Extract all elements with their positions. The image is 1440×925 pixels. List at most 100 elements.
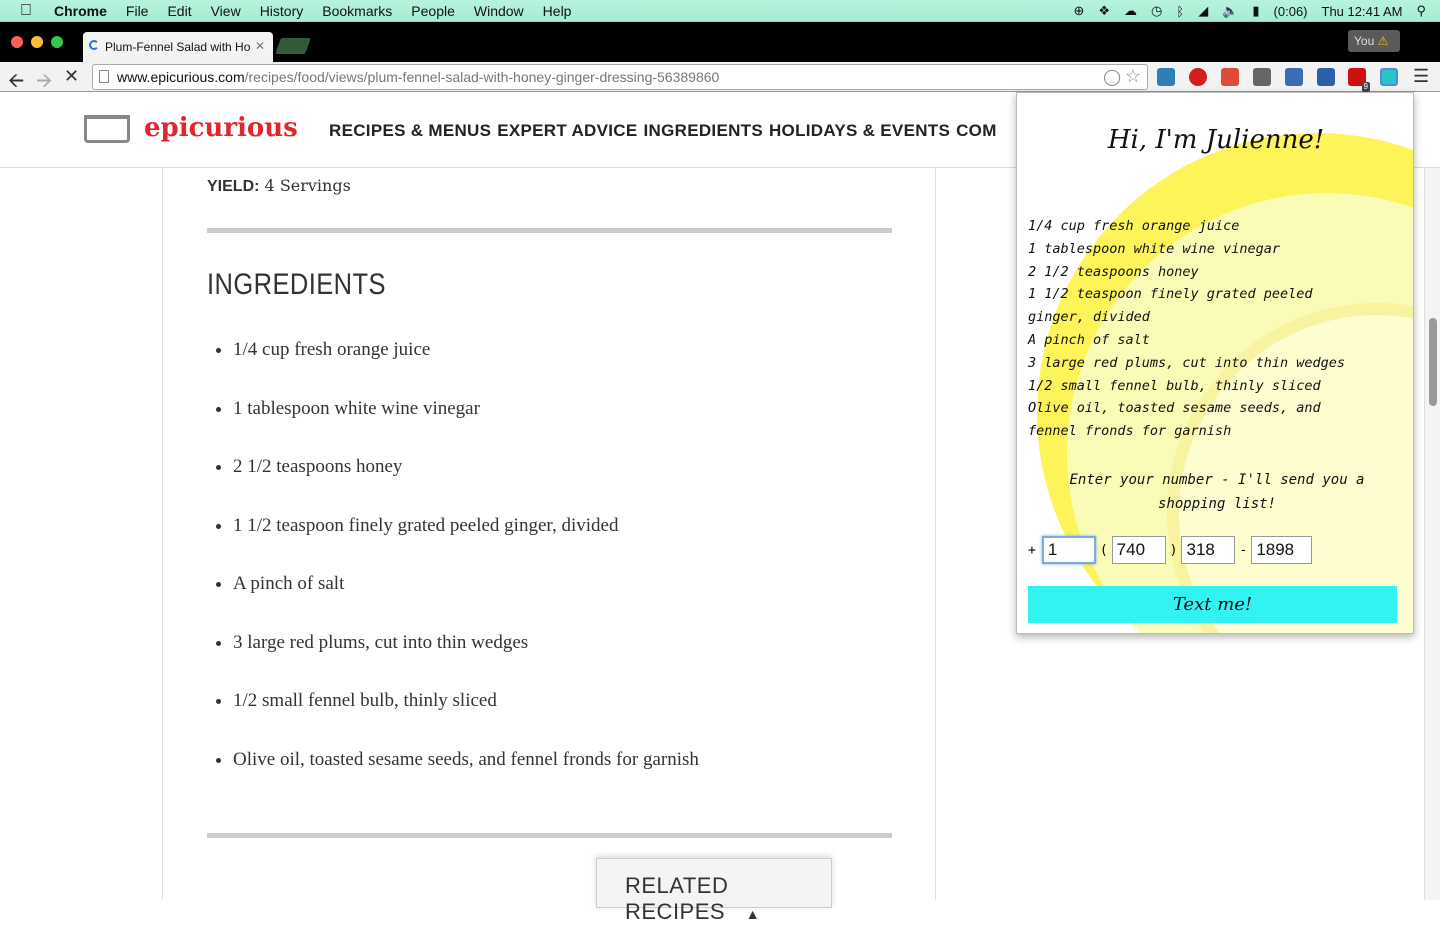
battery-icon[interactable]: ▮ [1252, 3, 1259, 19]
url-path: /recipes/food/views/plum-fennel-salad-wi… [244, 69, 720, 85]
nav-holidays-events[interactable]: HOLIDAYS & EVENTS [769, 121, 950, 141]
yield-value: 4 Servings [264, 176, 351, 195]
phone-close-paren: ) [1169, 542, 1178, 558]
recipe-content: YIELD: 4 Servings INGREDIENTS 1/4 cup fr… [162, 168, 936, 924]
spotlight-search-icon[interactable]: ⚲ [1416, 3, 1426, 19]
page-icon [99, 70, 109, 83]
extension-6-icon[interactable] [1317, 68, 1335, 86]
google-plus-icon[interactable] [1221, 68, 1239, 86]
phone-dash: - [1239, 542, 1248, 558]
tab-active[interactable]: Plum-Fennel Salad with Ho ✕ [83, 32, 273, 62]
menu-view[interactable]: View [211, 3, 241, 19]
battery-time[interactable]: (0:06) [1274, 4, 1308, 19]
text-me-button[interactable]: Text me! [1028, 586, 1397, 623]
yield: YIELD: 4 Servings [207, 176, 351, 196]
phone-open-paren: ( [1099, 542, 1108, 558]
julienne-extension-icon[interactable] [1380, 68, 1398, 86]
menu-file[interactable]: File [126, 3, 149, 19]
tab-title: Plum-Fennel Salad with Ho [105, 40, 251, 54]
phone-number-row: + ( ) - [1028, 536, 1313, 564]
url-host: www.epicurious.com [117, 69, 245, 85]
menu-app-name[interactable]: Chrome [54, 3, 107, 19]
adblock-plus-icon[interactable]: 9 [1348, 68, 1370, 92]
bookmark-star-icon[interactable]: ☆ [1125, 66, 1141, 87]
time-machine-icon[interactable]: ◷ [1151, 3, 1162, 19]
scrollbar-thumb[interactable] [1429, 318, 1437, 406]
bluetooth-icon[interactable]: ᛒ [1176, 4, 1184, 19]
wifi-icon[interactable]: ◢ [1198, 3, 1208, 19]
site-logo[interactable]: epicurious [144, 113, 298, 143]
popup-ingredient: 1/4 cup fresh orange juice [1028, 218, 1240, 234]
lightbulb-icon[interactable]: ◯ [1103, 67, 1121, 87]
browser-toolbar: 🡨 🡪 ✕ www.epicurious.com/recipes/food/vi… [0, 62, 1440, 92]
popup-ingredient: 2 1/2 teaspoons honey [1028, 263, 1199, 280]
ingredient-item: 1/4 cup fresh orange juice [233, 339, 699, 398]
apple-icon[interactable]:  [20, 2, 40, 20]
popup-ingredient-list: 1/4 cup fresh orange juice 1 tablespoon … [1028, 215, 1368, 443]
site-nav: RECIPES & MENUS EXPERT ADVICE INGREDIENT… [329, 121, 1003, 141]
julienne-popup: Hi, I'm Julienne! 1/4 cup fresh orange j… [1016, 92, 1414, 634]
loading-spinner-icon [89, 40, 99, 50]
popup-title: Hi, I'm Julienne! [1107, 125, 1325, 155]
menu-edit[interactable]: Edit [167, 3, 191, 19]
nav-community[interactable]: COM [956, 121, 997, 141]
tab-close-icon[interactable]: ✕ [255, 39, 265, 53]
popup-ingredient: A pinch of salt [1028, 331, 1150, 348]
extension-5-icon[interactable] [1285, 68, 1303, 86]
window-zoom-button[interactable] [51, 36, 63, 48]
ingredient-item: 1/2 small fennel bulb, thinly sliced [233, 690, 699, 749]
phone-prefix-input[interactable] [1181, 536, 1236, 564]
ingredients-list: 1/4 cup fresh orange juice 1 tablespoon … [233, 339, 699, 807]
menu-history[interactable]: History [260, 3, 304, 19]
extension-1-icon[interactable] [1157, 68, 1175, 86]
page-scrollbar[interactable] [1424, 168, 1440, 900]
phone-plus: + [1028, 542, 1036, 558]
nav-recipes-menus[interactable]: RECIPES & MENUS [329, 121, 491, 141]
related-recipes-label: RELATED RECIPES [625, 873, 729, 924]
phone-prompt: Enter your number - I'll send you a shop… [1069, 472, 1365, 512]
pot-logo-icon[interactable] [84, 115, 130, 143]
yield-label: YIELD: [207, 178, 260, 195]
window-close-button[interactable] [11, 36, 23, 48]
nav-expert-advice[interactable]: EXPERT ADVICE [497, 121, 637, 141]
profile-label: You [1354, 34, 1375, 48]
menu-window[interactable]: Window [474, 3, 524, 19]
extension-2-icon[interactable] [1189, 68, 1207, 86]
ingredients-heading: INGREDIENTS [207, 268, 386, 301]
volume-icon[interactable]: 🔈 [1222, 3, 1238, 19]
nav-ingredients[interactable]: INGREDIENTS [644, 121, 763, 141]
ingredient-item: 1 tablespoon white wine vinegar [233, 398, 699, 457]
tab-strip: Plum-Fennel Salad with Ho ✕ You ⚠ [0, 22, 1440, 62]
popup-ingredient: Olive oil, toasted sesame seeds, and fen… [1028, 400, 1321, 440]
menu-people[interactable]: People [411, 3, 455, 19]
crosshair-icon[interactable]: ⊕ [1073, 3, 1084, 19]
phone-country-input[interactable] [1041, 536, 1096, 564]
menu-bookmarks[interactable]: Bookmarks [322, 3, 392, 19]
divider-top [207, 228, 892, 233]
phone-area-input[interactable] [1111, 536, 1166, 564]
clock[interactable]: Thu 12:41 AM [1322, 4, 1403, 19]
popup-ingredient: 1 1/2 teaspoon finely grated peeled ging… [1028, 286, 1313, 326]
profile-button[interactable]: You ⚠ [1348, 30, 1400, 52]
stop-loading-icon[interactable]: ✕ [64, 66, 79, 87]
chrome-menu-icon[interactable]: ☰ [1413, 66, 1429, 87]
popup-ingredient: 1 tablespoon white wine vinegar [1028, 240, 1280, 257]
chevron-up-icon: ▲ [745, 906, 761, 922]
dropbox-icon[interactable]: ❖ [1098, 3, 1110, 19]
status-area: ⊕ ❖ ☁ ◷ ᛒ ◢ 🔈 ▮ (0:06) Thu 12:41 AM ⚲ [1073, 0, 1440, 22]
ingredient-item: 3 large red plums, cut into thin wedges [233, 632, 699, 691]
related-recipes-tab[interactable]: RELATED RECIPES ▲ [596, 858, 832, 924]
cloud-icon[interactable]: ☁ [1124, 3, 1137, 19]
ingredient-item: Olive oil, toasted sesame seeds, and fen… [233, 749, 699, 808]
mac-menubar:  Chrome File Edit View History Bookmark… [0, 0, 1440, 22]
ingredient-item: 2 1/2 teaspoons honey [233, 456, 699, 515]
menu-help[interactable]: Help [543, 3, 572, 19]
warning-icon: ⚠ [1377, 34, 1389, 48]
address-bar[interactable]: www.epicurious.com/recipes/food/views/pl… [92, 64, 1148, 90]
extension-4-icon[interactable] [1253, 68, 1271, 86]
new-tab-button[interactable] [275, 38, 311, 54]
divider-bottom [207, 833, 892, 838]
ingredient-item: 1 1/2 teaspoon finely grated peeled ging… [233, 515, 699, 574]
window-minimize-button[interactable] [31, 36, 43, 48]
phone-line-input[interactable] [1251, 536, 1313, 564]
